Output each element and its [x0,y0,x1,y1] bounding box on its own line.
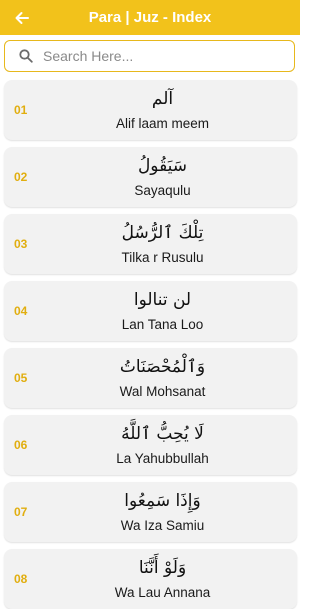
para-arabic-name: تِلْكَ ٱلرُّسُلُ [121,223,204,243]
page-title: Para | Juz - Index [88,9,212,26]
para-arabic-name: آلم [151,89,174,109]
para-number: 03 [14,237,28,251]
para-item-01[interactable]: 01 آلم Alif laam meem [4,80,297,140]
search-bar[interactable] [4,40,295,72]
para-transliteration: Lan Tana Loo [121,317,204,332]
para-item-03[interactable]: 03 تِلْكَ ٱلرُّسُلُ Tilka r Rusulu [4,214,297,274]
para-arabic-name: وَإِذَا سَمِعُوا [124,491,201,511]
para-arabic-name: وَٱلْمُحْصَنَاتُ [119,357,206,377]
app-bar: Para | Juz - Index [0,0,300,35]
para-transliteration: Wa Lau Annana [114,585,211,600]
search-input[interactable] [43,44,286,68]
para-number: 07 [14,505,28,519]
para-transliteration: Sayaqulu [134,183,191,198]
para-arabic-name: لن تنالوا [133,290,192,310]
para-arabic-name: وَلَوْ أَنَّنَا [138,558,187,578]
para-item-06[interactable]: 06 لَا يُحِبُّ ٱللَّهُ La Yahubbullah [4,415,297,475]
para-item-08[interactable]: 08 وَلَوْ أَنَّنَا Wa Lau Annana [4,549,297,609]
para-number: 01 [14,103,28,117]
para-item-05[interactable]: 05 وَٱلْمُحْصَنَاتُ Wal Mohsanat [4,348,297,408]
para-arabic-name: لَا يُحِبُّ ٱللَّهُ [121,424,204,444]
para-number: 06 [14,438,28,452]
para-transliteration: Wa Iza Samiu [120,518,205,533]
para-transliteration: Wal Mohsanat [119,384,206,399]
para-number: 04 [14,304,28,318]
para-number: 08 [14,572,28,586]
para-number: 02 [14,170,28,184]
para-transliteration: Tilka r Rusulu [121,250,204,265]
para-transliteration: Alif laam meem [115,116,210,131]
para-number: 05 [14,371,28,385]
para-item-04[interactable]: 04 لن تنالوا Lan Tana Loo [4,281,297,341]
para-arabic-name: سَيَقُولُ [137,156,188,176]
para-transliteration: La Yahubbullah [116,451,209,466]
search-icon [19,49,33,63]
para-item-07[interactable]: 07 وَإِذَا سَمِعُوا Wa Iza Samiu [4,482,297,542]
para-item-02[interactable]: 02 سَيَقُولُ Sayaqulu [4,147,297,207]
